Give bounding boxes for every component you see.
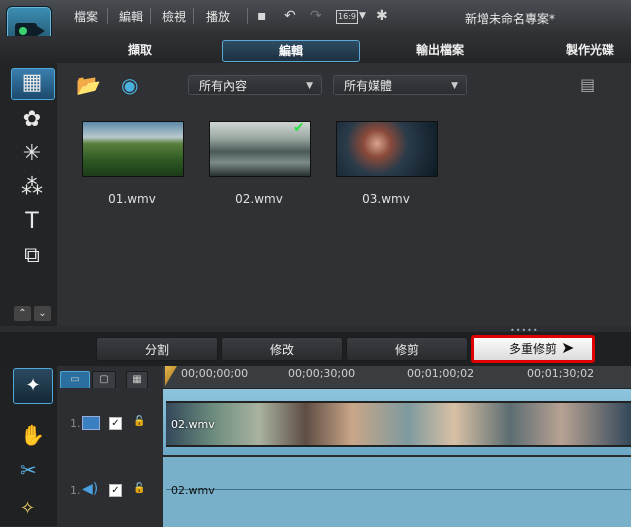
hand-tool-icon[interactable]: ✋ xyxy=(20,423,45,447)
menu-separator xyxy=(107,8,108,24)
magic-tools-icon[interactable]: ✦ xyxy=(13,368,53,404)
lock-icon[interactable]: 🔓 xyxy=(133,483,145,494)
tab-capture[interactable]: 擷取 xyxy=(90,40,190,60)
tab-create-disc[interactable]: 製作光碟 xyxy=(540,40,631,60)
scissors-icon[interactable]: ✂ xyxy=(20,458,37,482)
media-thumbnail[interactable] xyxy=(82,121,184,177)
scroll-down-button[interactable]: ⌄ xyxy=(34,306,51,321)
video-track-icon xyxy=(82,416,100,430)
ruler-tick-label: 00;00;00;00 xyxy=(181,367,249,380)
ruler-tick-label: 00;01;00;02 xyxy=(407,367,475,380)
menu-view[interactable]: 檢視 xyxy=(162,8,186,25)
gear-icon[interactable]: ✱ xyxy=(376,8,388,24)
audio-track-icon: ◀) xyxy=(82,481,99,497)
menu-separator xyxy=(193,8,194,24)
lock-icon[interactable]: 🔓 xyxy=(133,416,145,427)
tab-edit[interactable]: 編輯 xyxy=(222,40,360,62)
track-enable-checkbox[interactable]: ✓ xyxy=(109,417,122,430)
download-media-icon[interactable]: ◉ xyxy=(121,73,138,97)
media-filter-value: 所有媒體 xyxy=(344,79,393,93)
track-number: 1. xyxy=(70,417,81,430)
window-title: 新增未命名專案* xyxy=(465,12,556,26)
undo-icon[interactable]: ↶ xyxy=(284,8,296,24)
ruler-tick-label: 00;00;30;00 xyxy=(288,367,356,380)
menu-file[interactable]: 檔案 xyxy=(74,8,98,25)
checkmark-icon: ✔ xyxy=(293,120,305,136)
transition-room-icon[interactable]: ⧉ xyxy=(14,244,50,268)
track-enable-checkbox[interactable]: ✓ xyxy=(109,484,122,497)
menu-edit[interactable]: 編輯 xyxy=(119,8,143,25)
wand-icon[interactable]: ✧ xyxy=(20,498,35,519)
storyboard-view-button[interactable]: ▢ xyxy=(92,371,116,389)
chevron-down-icon: ▼ xyxy=(451,81,458,91)
menu-separator xyxy=(150,8,151,24)
content-filter-dropdown[interactable]: 所有內容 ▼ xyxy=(188,75,322,95)
audio-track[interactable] xyxy=(163,456,631,527)
media-filter-dropdown[interactable]: 所有媒體 ▼ xyxy=(333,75,467,95)
particle-room-icon[interactable]: ⁂ xyxy=(14,176,50,200)
menu-play[interactable]: 播放 xyxy=(206,8,230,25)
track-headers xyxy=(57,388,164,526)
media-options-icon[interactable]: ▤ xyxy=(580,75,595,94)
redo-icon[interactable]: ↷ xyxy=(310,8,322,24)
modify-button[interactable]: 修改 xyxy=(221,337,343,361)
media-label[interactable]: 01.wmv xyxy=(82,192,182,206)
media-label[interactable]: 03.wmv xyxy=(336,192,436,206)
title-room-icon[interactable]: T xyxy=(14,210,50,234)
aspect-ratio-button[interactable]: 16:9 xyxy=(336,10,358,24)
content-filter-value: 所有內容 xyxy=(199,79,248,93)
video-clip[interactable] xyxy=(166,401,631,447)
track-number: 1. xyxy=(70,484,81,497)
effects-room-icon[interactable]: ✿ xyxy=(14,108,50,132)
multi-trim-button[interactable]: 多重修剪 xyxy=(471,335,595,363)
clapper-icon: ▦ xyxy=(21,70,43,95)
trim-button[interactable]: 修剪 xyxy=(346,337,468,361)
media-label[interactable]: 02.wmv xyxy=(209,192,309,206)
ruler-tick-label: 00;01;30;02 xyxy=(527,367,595,380)
menu-separator xyxy=(247,8,248,24)
tab-produce[interactable]: 輸出檔案 xyxy=(390,40,490,60)
scroll-up-button[interactable]: ⌃ xyxy=(14,306,31,321)
media-thumbnail[interactable] xyxy=(336,121,438,177)
chevron-down-icon: ▼ xyxy=(306,81,313,91)
mouse-cursor-icon: ➤ xyxy=(561,338,575,357)
pip-room-icon[interactable]: ✳ xyxy=(14,142,50,166)
audio-clip-label: 02.wmv xyxy=(171,484,215,497)
add-track-icon[interactable]: ▦ xyxy=(126,371,148,389)
chevron-down-icon[interactable]: ▼ xyxy=(359,11,366,21)
import-folder-icon[interactable]: 📂 xyxy=(76,73,101,97)
timeline-view-button[interactable]: ▭ xyxy=(60,371,90,389)
split-button[interactable]: 分割 xyxy=(96,337,218,361)
save-icon[interactable]: ▪ xyxy=(257,8,267,24)
audio-clip-line[interactable] xyxy=(166,489,631,490)
video-clip-label: 02.wmv xyxy=(171,418,215,431)
